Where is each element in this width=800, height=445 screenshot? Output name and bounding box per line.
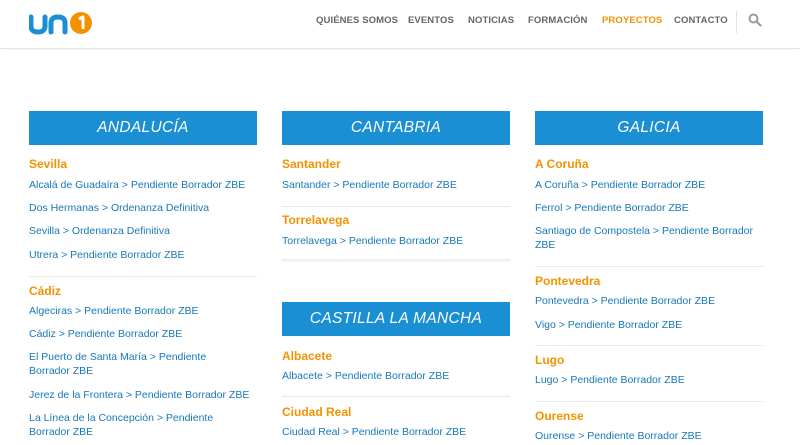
zbe-link[interactable]: Alcalá de Guadaíra > Pendiente Borrador …	[29, 179, 257, 193]
site-header: QUIÉNES SOMOS EVENTOS NOTICIAS FORMACIÓN…	[0, 0, 800, 49]
region-title: CASTILLA LA MANCHA	[309, 310, 483, 327]
zbe-link[interactable]: A Coruña > Pendiente Borrador ZBE	[535, 179, 763, 193]
city-title-lugo: Lugo	[535, 353, 565, 367]
zbe-link[interactable]: Cádiz > Pendiente Borrador ZBE	[29, 328, 257, 342]
city-title-santander: Santander	[282, 157, 341, 171]
city-title-sevilla: Sevilla	[29, 157, 68, 171]
city-title-a-coruna: A Coruña	[535, 157, 589, 171]
zbe-link[interactable]: La Línea de la Concepción > Pendiente Bo…	[29, 412, 229, 439]
city-divider	[535, 401, 763, 402]
search-icon[interactable]	[748, 13, 762, 27]
uno-logo-icon	[28, 12, 92, 35]
region-header-andalucia: ANDALUCÍA	[29, 111, 257, 145]
region-header-galicia: GALICIA	[535, 111, 763, 145]
zbe-link[interactable]: El Puerto de Santa María > Pendiente Bor…	[29, 351, 229, 378]
nav-divider	[736, 11, 737, 33]
nav-contacto[interactable]: CONTACTO	[674, 15, 728, 26]
city-title-albacete: Albacete	[282, 349, 333, 363]
zbe-link[interactable]: Sevilla > Ordenanza Definitiva	[29, 225, 257, 239]
nav-quienes-somos[interactable]: QUIÉNES SOMOS	[316, 15, 398, 26]
city-title-ciudad-real: Ciudad Real	[282, 405, 352, 419]
city-divider	[282, 206, 510, 207]
zbe-link[interactable]: Santander > Pendiente Borrador ZBE	[282, 179, 510, 193]
nav-formacion[interactable]: FORMACIÓN	[528, 15, 587, 26]
region-header-castilla-la-mancha: CASTILLA LA MANCHA	[282, 302, 510, 336]
column-cantabria: CANTABRIA	[282, 111, 510, 145]
city-divider	[535, 345, 763, 346]
zbe-link[interactable]: Torrelavega > Pendiente Borrador ZBE	[282, 235, 510, 249]
zbe-link[interactable]: Santiago de Compostela > Pendiente Borra…	[535, 225, 763, 252]
region-header-cantabria: CANTABRIA	[282, 111, 510, 145]
region-block-shadow	[282, 259, 510, 263]
zbe-link[interactable]: Dos Hermanas > Ordenanza Definitiva	[29, 202, 257, 216]
city-title-cadiz: Cádiz	[29, 284, 62, 298]
zbe-link[interactable]: Utrera > Pendiente Borrador ZBE	[29, 249, 257, 263]
zbe-link[interactable]: Pontevedra > Pendiente Borrador ZBE	[535, 295, 763, 309]
region-title: ANDALUCÍA	[97, 119, 189, 136]
zbe-link[interactable]: Ciudad Real > Pendiente Borrador ZBE	[282, 426, 510, 440]
zbe-link[interactable]: Albacete > Pendiente Borrador ZBE	[282, 370, 510, 384]
city-title-ourense: Ourense	[535, 409, 584, 423]
column-castilla-la-mancha: CASTILLA LA MANCHA	[282, 302, 510, 336]
site-logo[interactable]	[28, 9, 95, 35]
zbe-link[interactable]: Algeciras > Pendiente Borrador ZBE	[29, 305, 257, 319]
zbe-link[interactable]: Jerez de la Frontera > Pendiente Borrado…	[29, 389, 257, 403]
city-title-torrelavega: Torrelavega	[282, 213, 350, 227]
zbe-link[interactable]: Lugo > Pendiente Borrador ZBE	[535, 374, 763, 388]
city-title-pontevedra: Pontevedra	[535, 274, 601, 288]
zbe-link[interactable]: Ferrol > Pendiente Borrador ZBE	[535, 202, 763, 216]
nav-noticias[interactable]: NOTICIAS	[468, 15, 514, 26]
city-divider	[282, 396, 510, 397]
city-divider	[29, 276, 257, 277]
column-galicia: GALICIA	[535, 111, 763, 145]
nav-eventos[interactable]: EVENTOS	[408, 15, 454, 26]
region-title: GALICIA	[617, 119, 681, 136]
city-divider	[535, 266, 763, 267]
zbe-link[interactable]: Vigo > Pendiente Borrador ZBE	[535, 319, 763, 333]
region-title: CANTABRIA	[350, 119, 442, 136]
zbe-link[interactable]: Ourense > Pendiente Borrador ZBE	[535, 430, 763, 444]
column-andalucia: ANDALUCÍA	[29, 111, 257, 145]
nav-proyectos[interactable]: PROYECTOS	[602, 15, 662, 26]
